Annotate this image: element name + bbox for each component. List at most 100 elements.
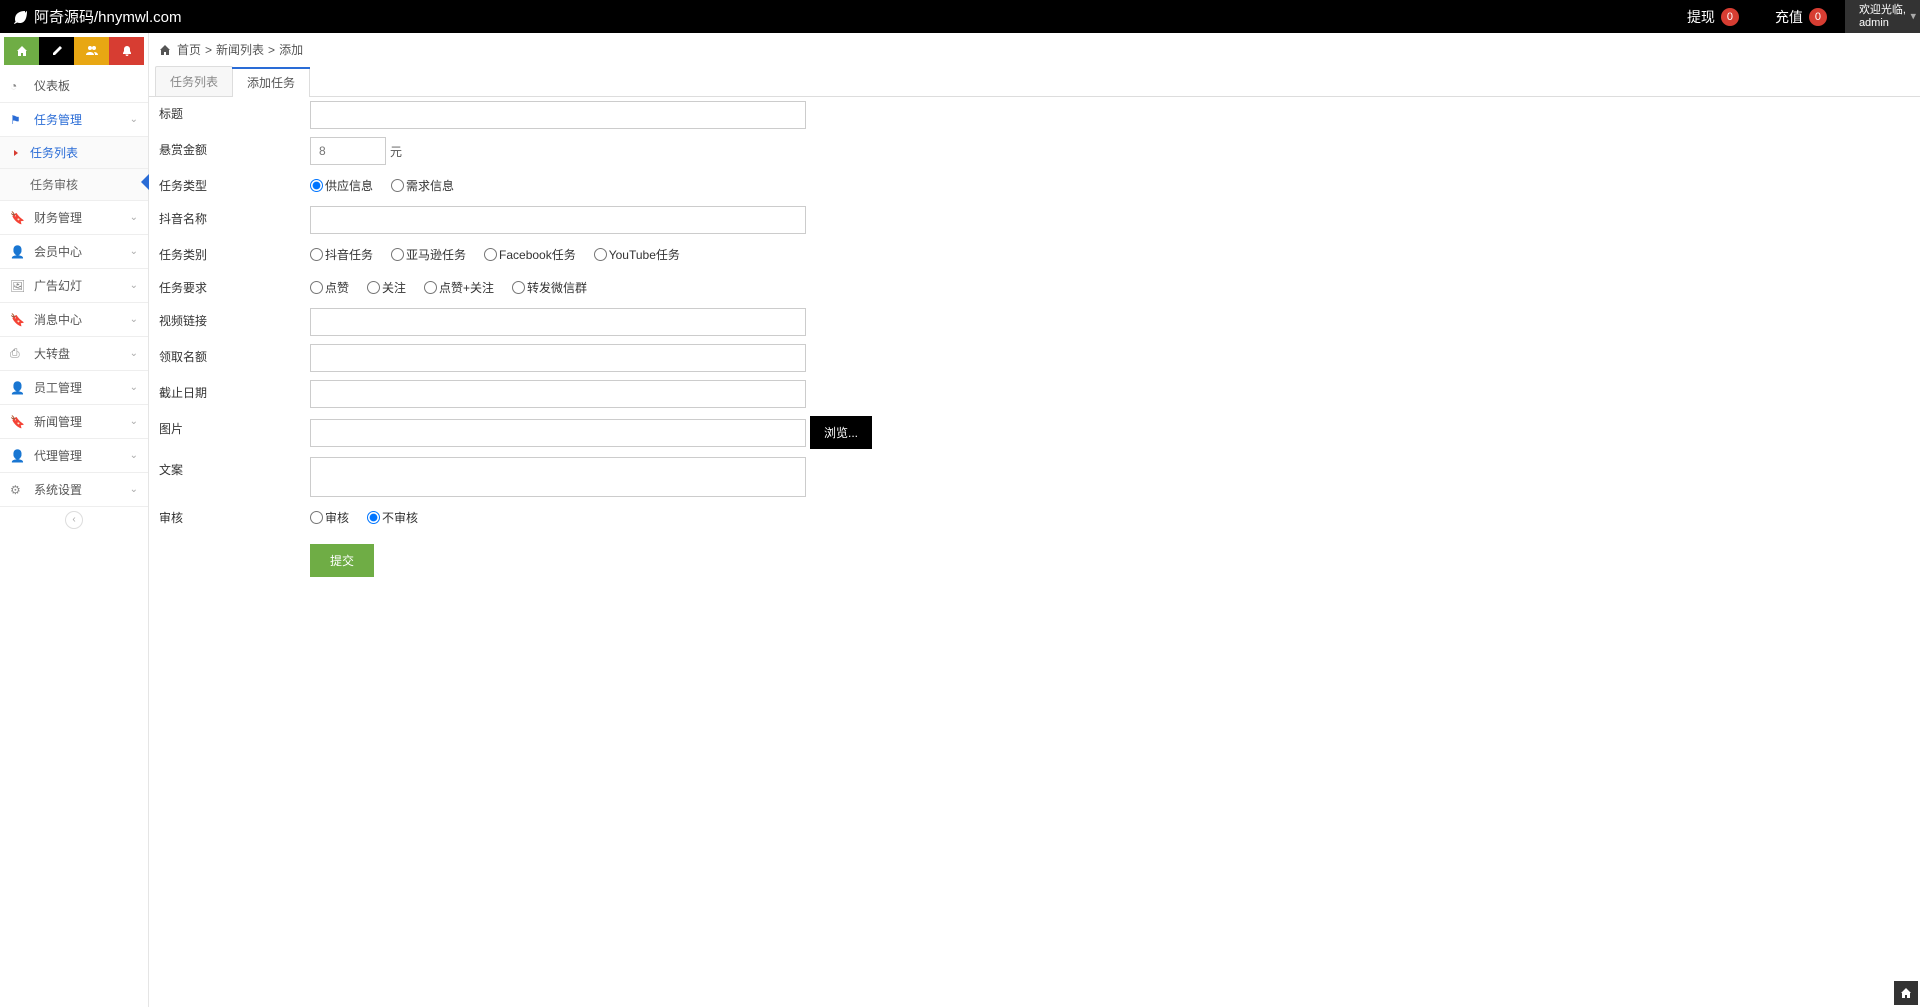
user-icon: 👤 [10,449,26,463]
label-category: 任务类别 [149,238,304,271]
sidebar-scrollbar[interactable] [0,991,148,1007]
sidebar-item-news[interactable]: 🔖 新闻管理 ⌄ [0,405,148,439]
welcome-text: 欢迎光临, [1859,4,1906,17]
radio-demand[interactable]: 需求信息 [391,177,454,194]
input-copy[interactable] [310,457,806,497]
radio-supply[interactable]: 供应信息 [310,177,373,194]
submit-button[interactable]: 提交 [310,544,374,577]
sidebar-collapse-button[interactable]: ‹ [0,507,148,533]
recharge-alert[interactable]: 充值 0 [1757,7,1845,27]
input-douyin-name[interactable] [310,206,806,234]
active-indicator [141,174,149,190]
sidebar-item-label: 任务管理 [34,111,82,128]
label-copy: 文案 [149,453,304,501]
input-quota[interactable] [310,344,806,372]
sidebar-item-task-mgmt[interactable]: ⚑ 任务管理 ⌄ [0,103,148,137]
breadcrumb-home[interactable]: 首页 [177,41,201,58]
radio-cat-facebook[interactable]: Facebook任务 [484,246,576,263]
sidebar-item-member[interactable]: 👤 会员中心 ⌄ [0,235,148,269]
bell-button[interactable] [109,37,144,65]
form: 标题 悬赏金额 元 任务类型 供应信息 需求信息 抖音名称 [149,97,1920,587]
sidebar-item-agent[interactable]: 👤 代理管理 ⌄ [0,439,148,473]
pencil-icon [51,45,63,57]
sidebar-item-dashboard[interactable]: ◔ 仪表板 [0,69,148,103]
chevron-down-icon: ▾ [1910,10,1916,23]
label-audit: 审核 [149,501,304,534]
label-type: 任务类型 [149,169,304,202]
radio-cat-douyin[interactable]: 抖音任务 [310,246,373,263]
input-deadline[interactable] [310,380,806,408]
sidebar-subitem-task-list[interactable]: 任务列表 [0,137,148,169]
chevron-down-icon: ⌄ [130,314,138,325]
reward-unit: 元 [390,143,402,160]
back-to-top-button[interactable] [1894,981,1918,1005]
input-image-path[interactable] [310,419,806,447]
home-button[interactable] [4,37,39,65]
home-icon [16,45,28,57]
main-content: 首页 > 新闻列表 > 添加 任务列表 添加任务 标题 悬赏金额 元 [149,33,1920,1007]
users-button[interactable] [74,37,109,65]
radio-req-share[interactable]: 转发微信群 [512,279,587,296]
tab-task-list[interactable]: 任务列表 [155,66,233,96]
breadcrumb-sep: > [268,43,275,57]
breadcrumb-news-list[interactable]: 新闻列表 [216,41,264,58]
chevron-down-icon: ⌄ [130,114,138,125]
radio-req-like[interactable]: 点赞 [310,279,349,296]
radio-req-like-follow[interactable]: 点赞+关注 [424,279,494,296]
sidebar-item-message[interactable]: 🔖 消息中心 ⌄ [0,303,148,337]
breadcrumb-current: 添加 [279,41,303,58]
flag-icon: ⚑ [10,113,26,127]
chevron-down-icon: ⌄ [130,484,138,495]
username: admin [1859,17,1906,30]
sidebar-item-finance[interactable]: 🔖 财务管理 ⌄ [0,201,148,235]
chevron-down-icon: ⌄ [130,348,138,359]
sidebar-item-label: 仪表板 [34,77,70,94]
chevron-down-icon: ⌄ [130,450,138,461]
dashboard-icon: ◔ [10,79,26,93]
edit-button[interactable] [39,37,74,65]
chevron-down-icon: ⌄ [130,246,138,257]
radio-cat-youtube[interactable]: YouTube任务 [594,246,680,263]
bell-icon [121,45,133,57]
chevron-left-icon: ‹ [65,511,83,529]
sidebar: ◔ 仪表板 ⚑ 任务管理 ⌄ 任务列表 任务审核 🔖 财务管理 ⌄ 👤 会员中心… [0,33,149,1007]
bookmark-o-icon: 🔖 [10,415,26,429]
users-icon [86,45,98,57]
home-icon [1900,987,1912,999]
radio-audit-yes[interactable]: 审核 [310,509,349,526]
browse-button[interactable]: 浏览... [810,416,872,449]
brand-text: 阿奇源码/hnymwl.com [34,6,182,27]
tab-add-task[interactable]: 添加任务 [232,67,310,97]
sidebar-item-label: 系统设置 [34,481,82,498]
chevron-down-icon: ⌄ [130,416,138,427]
sidebar-item-staff[interactable]: 👤 员工管理 ⌄ [0,371,148,405]
label-reward: 悬赏金额 [149,133,304,169]
radio-cat-amazon[interactable]: 亚马逊任务 [391,246,466,263]
sidebar-subitem-task-audit[interactable]: 任务审核 [0,169,148,201]
chevron-down-icon: ⌄ [130,212,138,223]
label-title: 标题 [149,97,304,133]
sidebar-item-ads[interactable]: 🖼 广告幻灯 ⌄ [0,269,148,303]
tabs: 任务列表 添加任务 [149,66,1920,97]
input-video-link[interactable] [310,308,806,336]
input-title[interactable] [310,101,806,129]
withdraw-alert[interactable]: 提现 0 [1669,7,1757,27]
chevron-down-icon: ⌄ [130,280,138,291]
radio-req-follow[interactable]: 关注 [367,279,406,296]
sidebar-item-label: 财务管理 [34,209,82,226]
chevron-down-icon: ⌄ [130,382,138,393]
brand: 阿奇源码/hnymwl.com [0,6,194,27]
label-deadline: 截止日期 [149,376,304,412]
label-douyin-name: 抖音名称 [149,202,304,238]
recharge-badge: 0 [1809,8,1827,26]
submenu-task: 任务列表 任务审核 [0,137,148,201]
input-reward[interactable] [310,137,386,165]
bookmark-o-icon: 🔖 [10,313,26,327]
breadcrumb-sep: > [205,43,212,57]
user-menu[interactable]: 欢迎光临, admin ▾ [1845,0,1920,33]
sidebar-item-wheel[interactable]: ⎙ 大转盘 ⌄ [0,337,148,371]
sidebar-item-label: 广告幻灯 [34,277,82,294]
sidebar-item-settings[interactable]: ⚙ 系统设置 ⌄ [0,473,148,507]
print-icon: ⎙ [10,346,26,361]
radio-audit-no[interactable]: 不审核 [367,509,418,526]
